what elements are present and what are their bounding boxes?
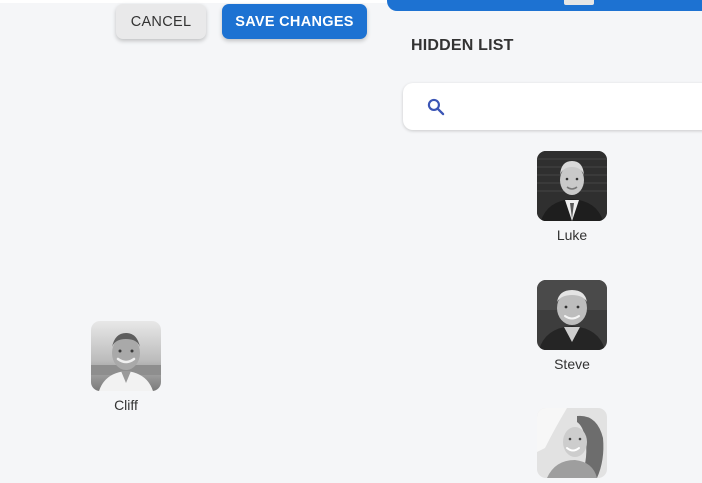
person-name: Steve [554, 356, 590, 372]
avatar [91, 321, 161, 391]
avatar [537, 408, 607, 478]
search-input[interactable] [459, 91, 702, 123]
drag-handle[interactable] [564, 0, 594, 5]
search-icon [427, 98, 445, 116]
top-edge [0, 0, 388, 3]
person-card-cliff[interactable]: Cliff [81, 321, 171, 414]
cancel-button[interactable]: CANCEL [116, 4, 206, 39]
hidden-list-search[interactable] [403, 83, 702, 130]
panel-header-bar [387, 0, 702, 11]
avatar [537, 280, 607, 350]
avatar [537, 151, 607, 221]
person-card-luke[interactable]: Luke [527, 151, 617, 244]
person-name: Luke [556, 227, 588, 243]
person-card-steve[interactable]: Steve [527, 280, 617, 373]
person-card-third[interactable] [527, 408, 617, 483]
person-name: Cliff [114, 397, 138, 413]
save-changes-button[interactable]: SAVE CHANGES [222, 4, 367, 39]
hidden-list-title: HIDDEN LIST [411, 37, 514, 54]
